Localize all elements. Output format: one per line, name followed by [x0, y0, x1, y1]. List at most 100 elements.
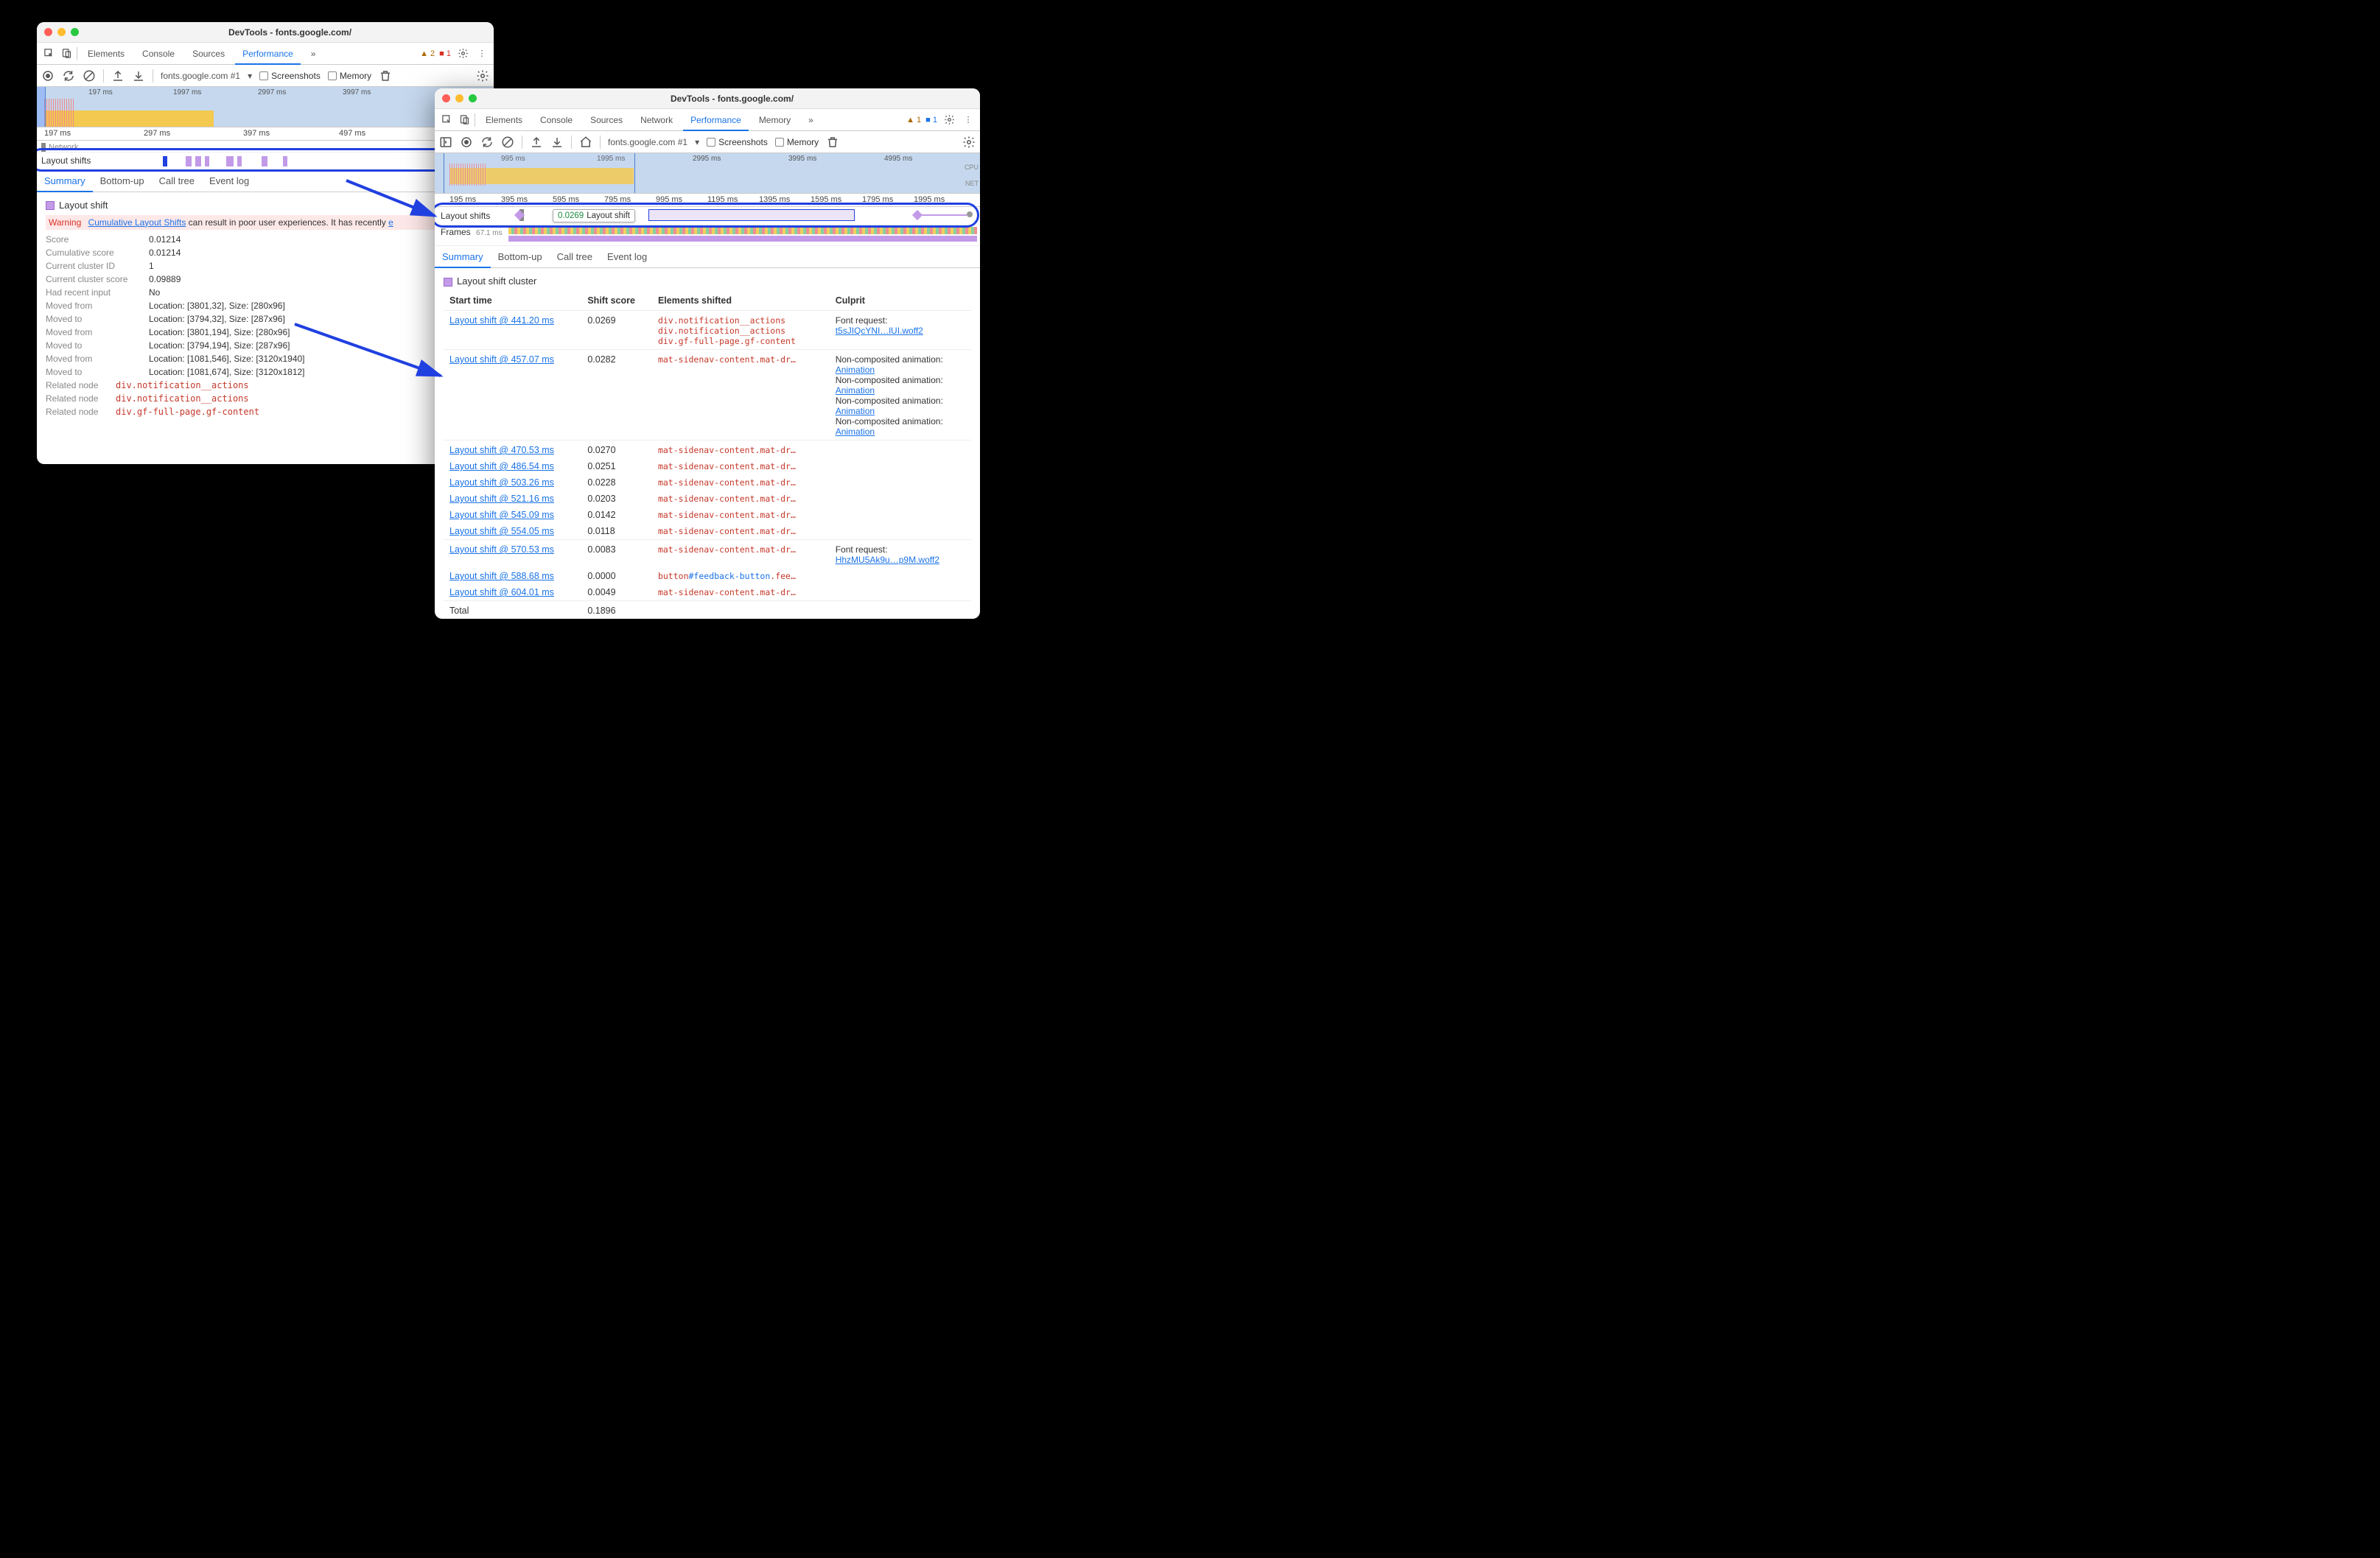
record-icon[interactable]	[460, 136, 473, 149]
reload-icon[interactable]	[62, 69, 75, 83]
tab-performance[interactable]: Performance	[683, 109, 749, 131]
close-icon[interactable]	[44, 28, 52, 36]
minimize-icon[interactable]	[57, 28, 66, 36]
warning-badge[interactable]: ▲ 2	[420, 49, 435, 58]
tab-more[interactable]: »	[304, 43, 323, 65]
zoom-icon[interactable]	[71, 28, 79, 36]
gear-icon[interactable]	[455, 46, 470, 61]
related-node[interactable]: div.notification__actions	[116, 393, 249, 404]
zoom-icon[interactable]	[469, 94, 477, 102]
settings-icon[interactable]	[476, 69, 489, 83]
subtab-eventlog[interactable]: Event log	[600, 246, 654, 268]
tab-more[interactable]: »	[801, 109, 821, 131]
culprit-link[interactable]: t5sJIQcYNI…lUI.woff2	[836, 326, 923, 336]
settings-icon[interactable]	[962, 136, 976, 149]
clear-icon[interactable]	[501, 136, 514, 149]
subtab-calltree[interactable]: Call tree	[152, 170, 202, 192]
layout-shift-link[interactable]: Layout shift @ 545.09 ms	[449, 510, 554, 520]
shifted-element[interactable]: div.gf-full-page.gf-content	[658, 336, 824, 346]
home-icon[interactable]	[579, 136, 592, 149]
evolved-link[interactable]: e	[388, 217, 393, 228]
layout-shift-link[interactable]: Layout shift @ 588.68 ms	[449, 571, 554, 581]
layout-shift-link[interactable]: Layout shift @ 486.54 ms	[449, 461, 554, 471]
device-icon[interactable]	[59, 46, 74, 61]
shifted-element[interactable]: mat-sidenav-content.mat-dr…	[658, 510, 824, 520]
sidebar-icon[interactable]	[439, 136, 452, 149]
cls-link[interactable]: Cumulative Layout Shifts	[88, 217, 186, 228]
tab-elements[interactable]: Elements	[478, 109, 530, 131]
layout-shift-link[interactable]: Layout shift @ 441.20 ms	[449, 315, 554, 326]
kebab-icon[interactable]: ⋮	[961, 113, 976, 127]
layout-shift-link[interactable]: Layout shift @ 457.07 ms	[449, 354, 554, 365]
memory-checkbox[interactable]: Memory	[328, 71, 371, 81]
subtab-bottomup[interactable]: Bottom-up	[491, 246, 550, 268]
error-badge[interactable]: ■ 1	[439, 49, 451, 58]
shifted-element[interactable]: mat-sidenav-content.mat-dr…	[658, 461, 824, 471]
shifted-element[interactable]: mat-sidenav-content.mat-dr…	[658, 445, 824, 455]
subtab-summary[interactable]: Summary	[37, 170, 93, 192]
recording-selector[interactable]: fonts.google.com #1	[161, 71, 240, 81]
gc-icon[interactable]	[379, 69, 392, 83]
tab-memory[interactable]: Memory	[752, 109, 798, 131]
overview-timeline[interactable]: 197 ms 1997 ms 2997 ms 3997 ms	[37, 87, 494, 127]
dropdown-icon[interactable]: ▾	[248, 71, 252, 81]
frames-track[interactable]: Frames 67.1 ms	[435, 225, 980, 246]
shifted-element[interactable]: div.notification__actions	[658, 326, 824, 336]
subtab-summary[interactable]: Summary	[435, 246, 491, 268]
overview-timeline[interactable]: 995 ms 1995 ms 2995 ms 3995 ms 4995 ms C…	[435, 153, 980, 194]
time-axis[interactable]: 197 ms 297 ms 397 ms 497 ms 597 ms	[37, 127, 494, 141]
subtab-bottomup[interactable]: Bottom-up	[93, 170, 152, 192]
reload-icon[interactable]	[480, 136, 494, 149]
layout-shift-link[interactable]: Layout shift @ 604.01 ms	[449, 587, 554, 597]
shifted-element[interactable]: mat-sidenav-content.mat-dr…	[658, 477, 824, 488]
shifted-element[interactable]: mat-sidenav-content.mat-dr…	[658, 526, 824, 536]
culprit-link[interactable]: Animation	[836, 365, 875, 375]
culprit-link[interactable]: Animation	[836, 427, 875, 437]
related-node[interactable]: div.notification__actions	[116, 380, 249, 390]
screenshots-checkbox[interactable]: Screenshots	[707, 137, 768, 147]
inspect-icon[interactable]	[439, 113, 454, 127]
download-icon[interactable]	[550, 136, 564, 149]
tab-console[interactable]: Console	[533, 109, 580, 131]
screenshots-checkbox[interactable]: Screenshots	[259, 71, 321, 81]
inspect-icon[interactable]	[41, 46, 56, 61]
warning-badge[interactable]: ▲ 1	[906, 116, 921, 124]
device-icon[interactable]	[457, 113, 472, 127]
minimize-icon[interactable]	[455, 94, 463, 102]
shifted-element[interactable]: mat-sidenav-content.mat-dr…	[658, 544, 824, 555]
layout-shift-link[interactable]: Layout shift @ 570.53 ms	[449, 544, 554, 555]
upload-icon[interactable]	[530, 136, 543, 149]
close-icon[interactable]	[442, 94, 450, 102]
layout-shift-link[interactable]: Layout shift @ 521.16 ms	[449, 494, 554, 504]
shifted-element[interactable]: button#feedback-button.fee…	[658, 571, 824, 581]
tab-performance[interactable]: Performance	[235, 43, 301, 65]
culprit-link[interactable]: Animation	[836, 406, 875, 416]
upload-icon[interactable]	[111, 69, 125, 83]
tab-sources[interactable]: Sources	[583, 109, 630, 131]
shifted-element[interactable]: div.notification__actions	[658, 315, 824, 326]
gc-icon[interactable]	[826, 136, 839, 149]
layout-shift-link[interactable]: Layout shift @ 470.53 ms	[449, 445, 554, 455]
subtab-calltree[interactable]: Call tree	[550, 246, 600, 268]
download-icon[interactable]	[132, 69, 145, 83]
clear-icon[interactable]	[83, 69, 96, 83]
shifted-element[interactable]: mat-sidenav-content.mat-dr…	[658, 354, 824, 365]
layout-shift-link[interactable]: Layout shift @ 554.05 ms	[449, 526, 554, 536]
dropdown-icon[interactable]: ▾	[695, 137, 699, 147]
related-node[interactable]: div.gf-full-page.gf-content	[116, 407, 259, 417]
tab-network[interactable]: Network	[633, 109, 680, 131]
layout-shift-link[interactable]: Layout shift @ 503.26 ms	[449, 477, 554, 488]
record-icon[interactable]	[41, 69, 55, 83]
subtab-eventlog[interactable]: Event log	[202, 170, 256, 192]
shifted-element[interactable]: mat-sidenav-content.mat-dr…	[658, 494, 824, 504]
shifted-element[interactable]: mat-sidenav-content.mat-dr…	[658, 587, 824, 597]
culprit-link[interactable]: HhzMU5Ak9u…p9M.woff2	[836, 555, 939, 565]
tab-elements[interactable]: Elements	[80, 43, 132, 65]
memory-checkbox[interactable]: Memory	[775, 137, 819, 147]
tab-sources[interactable]: Sources	[185, 43, 232, 65]
recording-selector[interactable]: fonts.google.com #1	[608, 137, 687, 147]
kebab-icon[interactable]: ⋮	[475, 46, 489, 61]
culprit-link[interactable]: Animation	[836, 385, 875, 396]
info-badge[interactable]: ■ 1	[925, 116, 937, 124]
gear-icon[interactable]	[942, 113, 956, 127]
